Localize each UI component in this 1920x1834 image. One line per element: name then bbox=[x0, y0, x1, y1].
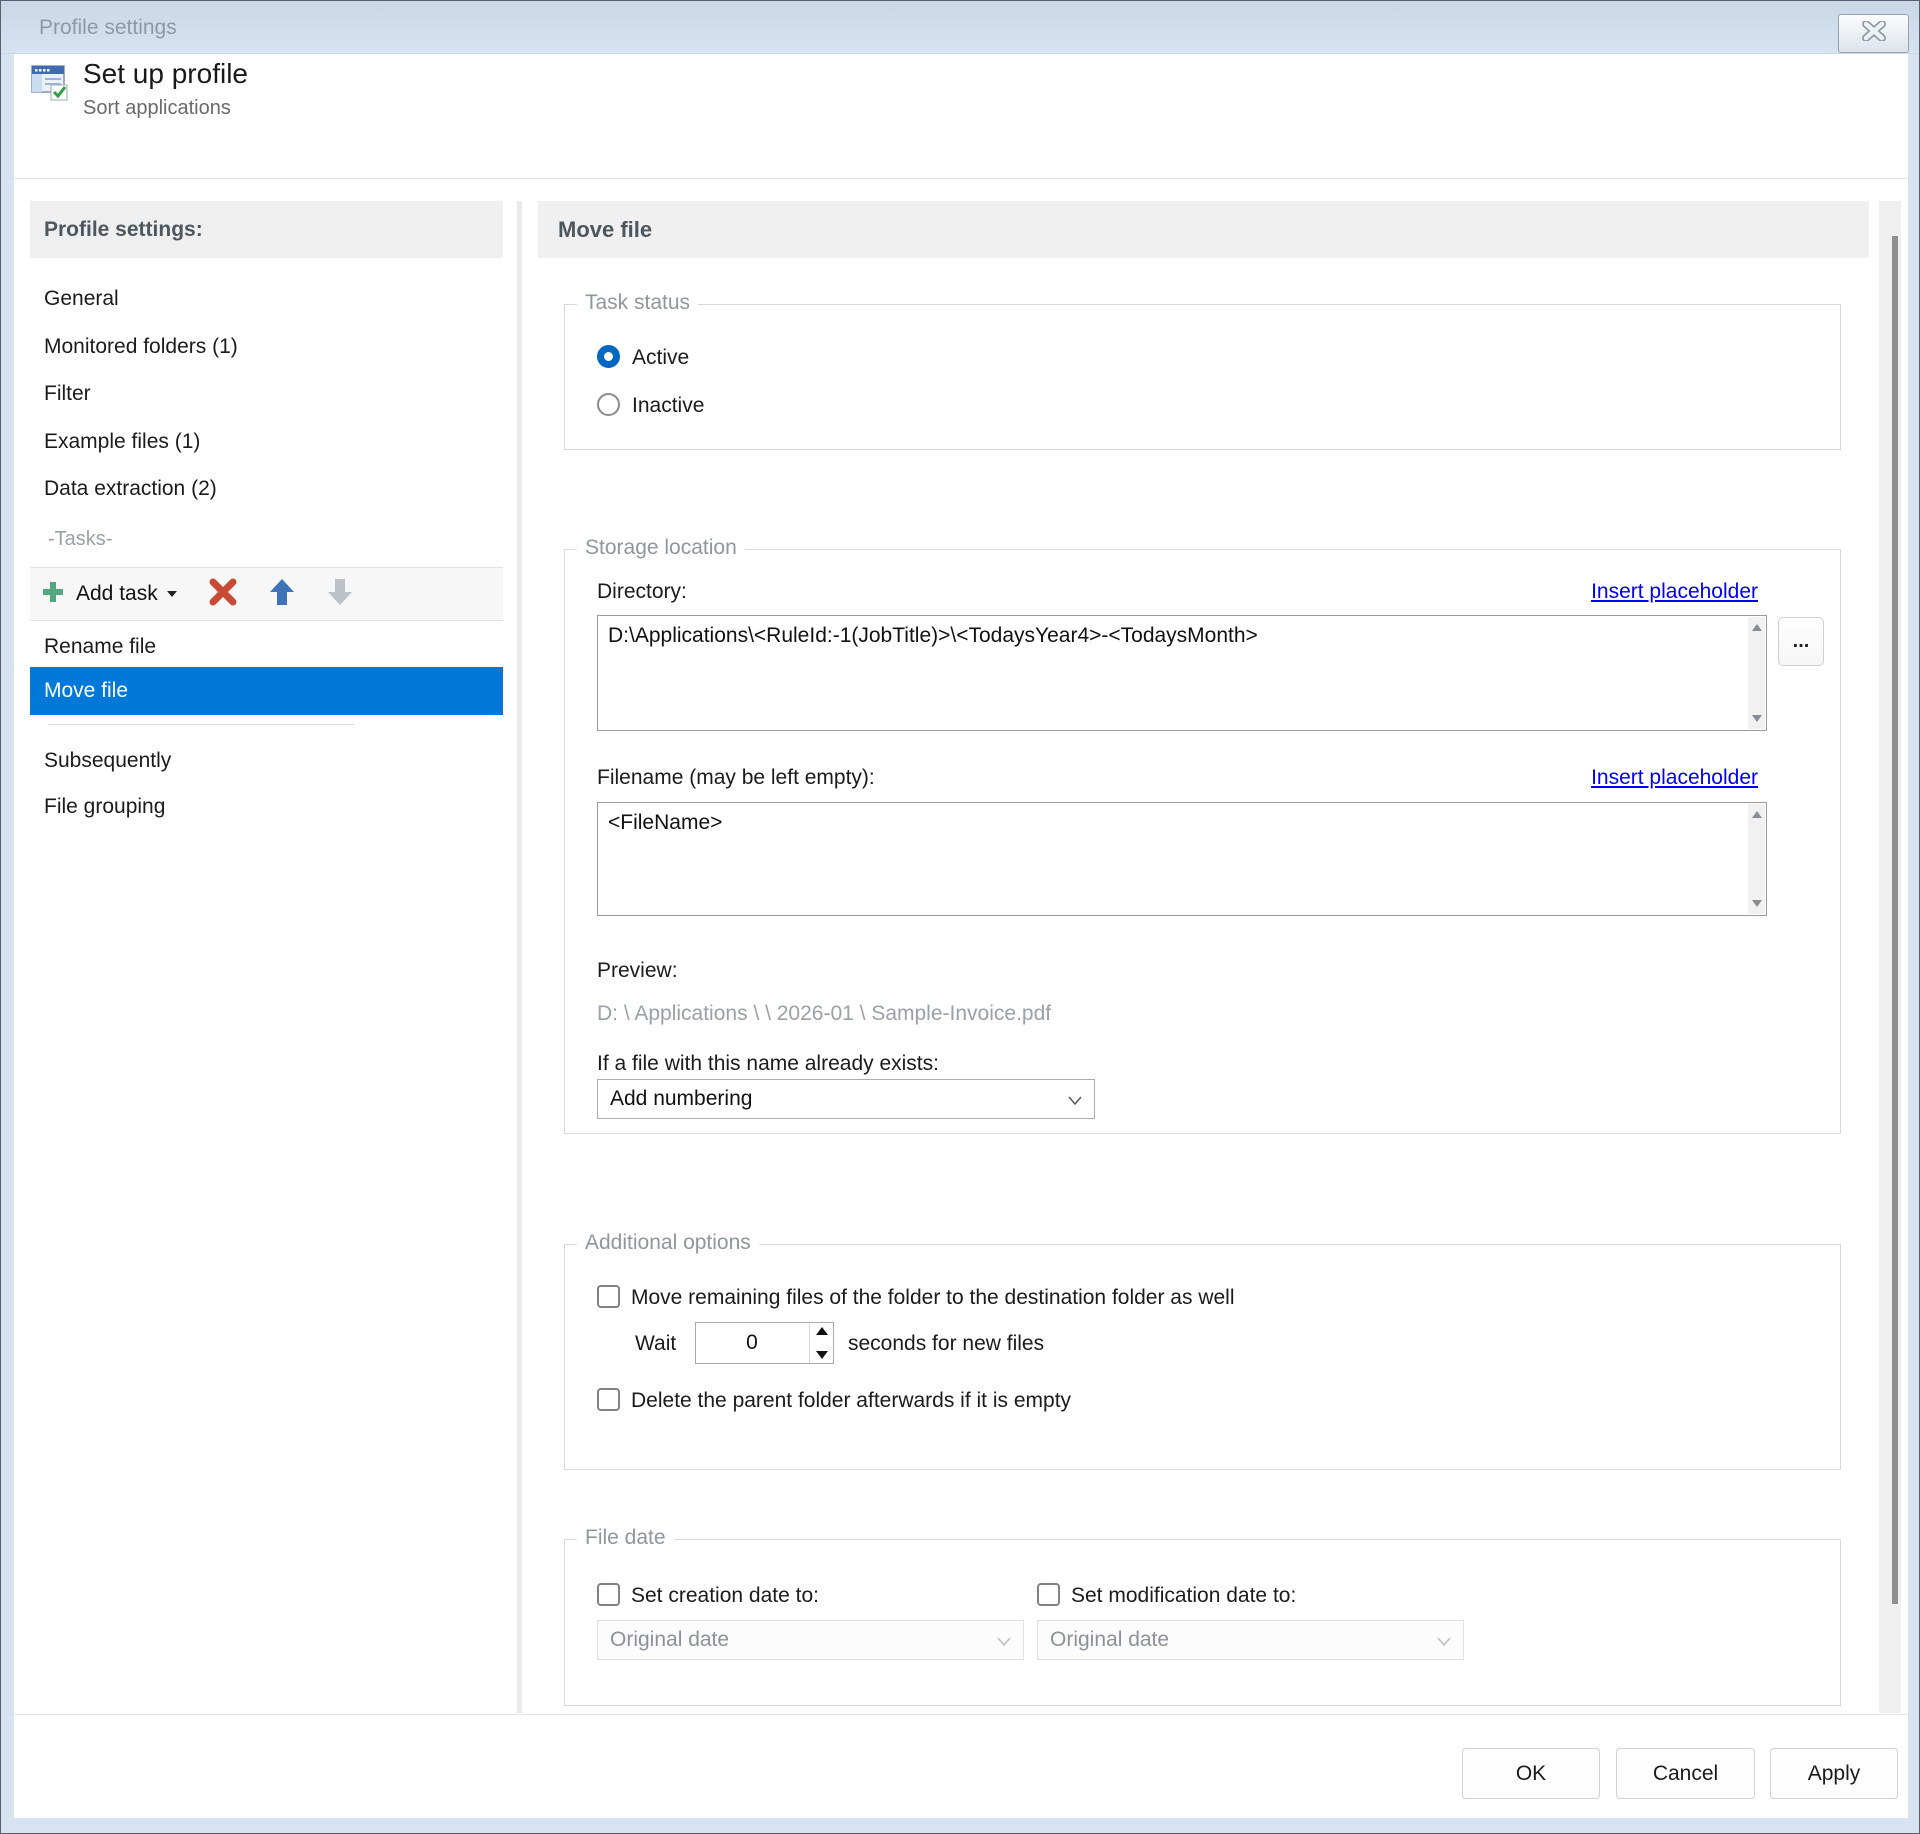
cancel-button[interactable]: Cancel bbox=[1616, 1748, 1755, 1799]
file-exists-selected-value: Add numbering bbox=[610, 1087, 752, 1111]
browse-directory-button[interactable]: ... bbox=[1778, 617, 1824, 666]
directory-value: D:\Applications\<RuleId:-1(JobTitle)>\<T… bbox=[608, 624, 1738, 648]
filename-value: <FileName> bbox=[608, 811, 1738, 835]
preview-label: Preview: bbox=[597, 959, 678, 983]
delete-parent-folder-checkbox[interactable] bbox=[597, 1388, 620, 1411]
sidebar-item-filter[interactable]: Filter bbox=[30, 379, 503, 409]
chevron-down-icon bbox=[997, 1628, 1011, 1652]
task-item-move-file[interactable]: Move file bbox=[30, 667, 503, 715]
preview-path: D: \ Applications \ \ 2026-01 \ Sample-I… bbox=[597, 1002, 1051, 1026]
main-scrollbar-thumb[interactable] bbox=[1892, 236, 1898, 1604]
close-icon bbox=[1861, 21, 1887, 46]
task-toolbar: Add task bbox=[30, 567, 503, 621]
additional-options-legend: Additional options bbox=[577, 1231, 759, 1255]
set-modification-date-checkbox[interactable] bbox=[1037, 1583, 1060, 1606]
window-title: Profile settings bbox=[39, 16, 177, 40]
tasks-section-label: -Tasks- bbox=[30, 528, 503, 551]
additional-options-group: Additional options Move remaining files … bbox=[564, 1244, 1841, 1470]
creation-date-selected-value: Original date bbox=[610, 1628, 729, 1652]
add-task-button[interactable]: Add task bbox=[76, 582, 158, 606]
inactive-radio[interactable] bbox=[597, 393, 620, 416]
active-radio-label[interactable]: Active bbox=[632, 346, 689, 370]
header-divider bbox=[14, 178, 1908, 179]
main-scrollbar-track[interactable] bbox=[1879, 201, 1901, 1713]
sidebar-item-file-grouping[interactable]: File grouping bbox=[30, 792, 503, 822]
task-list-separator bbox=[48, 724, 354, 725]
wait-seconds-value: 0 bbox=[696, 1331, 808, 1355]
scroll-down-icon[interactable] bbox=[1752, 715, 1762, 722]
add-task-icon[interactable] bbox=[40, 579, 66, 610]
apply-button[interactable]: Apply bbox=[1770, 1748, 1898, 1799]
file-exists-label: If a file with this name already exists: bbox=[597, 1052, 939, 1076]
page-title: Set up profile bbox=[83, 58, 248, 90]
set-creation-date-checkbox[interactable] bbox=[597, 1583, 620, 1606]
filename-label: Filename (may be left empty): bbox=[597, 766, 875, 790]
wait-suffix-label: seconds for new files bbox=[848, 1332, 1044, 1356]
sidebar-item-monitored-folders[interactable]: Monitored folders (1) bbox=[30, 332, 503, 362]
task-status-group: Task status Active Inactive bbox=[564, 304, 1841, 450]
file-date-legend: File date bbox=[577, 1526, 674, 1550]
move-remaining-files-label[interactable]: Move remaining files of the folder to th… bbox=[631, 1286, 1235, 1310]
sidebar-item-example-files[interactable]: Example files (1) bbox=[30, 427, 503, 457]
wait-seconds-stepper[interactable]: 0 bbox=[695, 1322, 834, 1364]
sidebar-main-divider bbox=[517, 201, 522, 1713]
title-bar bbox=[1, 1, 1920, 54]
stepper-buttons bbox=[809, 1323, 833, 1363]
add-task-dropdown-icon[interactable] bbox=[166, 585, 178, 603]
sidebar-heading: Profile settings: bbox=[30, 201, 503, 258]
sidebar-item-subsequently[interactable]: Subsequently bbox=[30, 746, 503, 776]
sidebar-item-data-extraction[interactable]: Data extraction (2) bbox=[30, 474, 503, 504]
setup-profile-icon bbox=[29, 61, 71, 103]
modification-date-select[interactable]: Original date bbox=[1037, 1620, 1464, 1660]
close-button[interactable] bbox=[1838, 14, 1909, 53]
scroll-down-icon[interactable] bbox=[1752, 900, 1762, 907]
storage-location-legend: Storage location bbox=[577, 536, 745, 560]
main-panel-title: Move file bbox=[538, 201, 1869, 258]
profile-settings-window: Profile settings Set up profile Sort app… bbox=[0, 0, 1920, 1834]
stepper-up-icon[interactable] bbox=[816, 1327, 828, 1335]
ok-button[interactable]: OK bbox=[1462, 1748, 1600, 1799]
delete-task-icon[interactable] bbox=[208, 578, 238, 611]
inactive-radio-label[interactable]: Inactive bbox=[632, 394, 704, 418]
chevron-down-icon bbox=[1437, 1628, 1451, 1652]
directory-label: Directory: bbox=[597, 580, 687, 604]
directory-input[interactable]: D:\Applications\<RuleId:-1(JobTitle)>\<T… bbox=[597, 615, 1767, 731]
scroll-up-icon[interactable] bbox=[1752, 624, 1762, 631]
file-exists-select[interactable]: Add numbering bbox=[597, 1079, 1095, 1119]
insert-placeholder-filename-link[interactable]: Insert placeholder bbox=[1591, 766, 1758, 790]
active-radio[interactable] bbox=[597, 345, 620, 368]
chevron-down-icon bbox=[1068, 1087, 1082, 1111]
page-subtitle: Sort applications bbox=[83, 97, 231, 120]
set-modification-date-label[interactable]: Set modification date to: bbox=[1071, 1584, 1296, 1608]
wait-label: Wait bbox=[635, 1332, 676, 1356]
delete-parent-folder-label[interactable]: Delete the parent folder afterwards if i… bbox=[631, 1389, 1071, 1413]
creation-date-select[interactable]: Original date bbox=[597, 1620, 1024, 1660]
directory-scrollbar[interactable] bbox=[1748, 617, 1765, 729]
scroll-up-icon[interactable] bbox=[1752, 811, 1762, 818]
task-item-rename-file[interactable]: Rename file bbox=[30, 625, 503, 669]
storage-location-group: Storage location Directory: Insert place… bbox=[564, 549, 1841, 1134]
move-task-down-icon[interactable] bbox=[326, 577, 354, 612]
move-task-up-icon[interactable] bbox=[268, 577, 296, 612]
move-remaining-files-checkbox[interactable] bbox=[597, 1285, 620, 1308]
stepper-down-icon[interactable] bbox=[816, 1351, 828, 1359]
task-status-legend: Task status bbox=[577, 291, 698, 315]
set-creation-date-label[interactable]: Set creation date to: bbox=[631, 1584, 819, 1608]
file-date-group: File date Set creation date to: Set modi… bbox=[564, 1539, 1841, 1706]
footer-divider bbox=[14, 1714, 1908, 1715]
filename-scrollbar[interactable] bbox=[1748, 804, 1765, 914]
sidebar-item-general[interactable]: General bbox=[30, 284, 503, 314]
insert-placeholder-directory-link[interactable]: Insert placeholder bbox=[1591, 580, 1758, 604]
modification-date-selected-value: Original date bbox=[1050, 1628, 1169, 1652]
filename-input[interactable]: <FileName> bbox=[597, 802, 1767, 916]
